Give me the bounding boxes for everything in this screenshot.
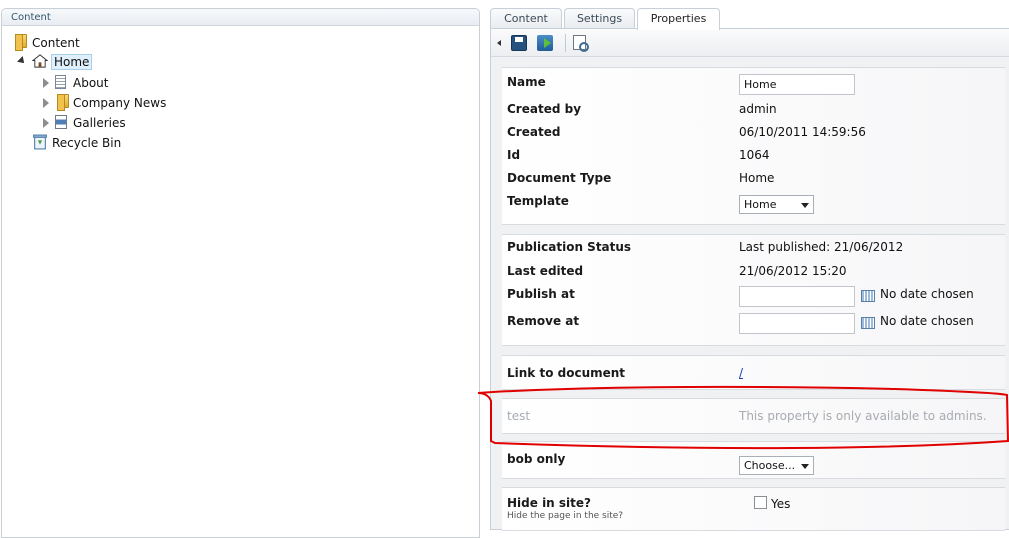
remove-at-label: Remove at [507, 314, 580, 328]
bob-only-select[interactable]: Choose... [739, 456, 814, 475]
content-tree-panel: Content Content Home About Company News … [1, 8, 480, 538]
tree-item-label: Galleries [73, 116, 126, 130]
home-icon [32, 54, 48, 68]
bob-only-label: bob only [507, 452, 566, 466]
toolbar-divider [565, 34, 566, 52]
hide-in-site-checkbox[interactable] [754, 496, 767, 509]
document-type-value: Home [739, 171, 775, 185]
tab-settings[interactable]: Settings [564, 8, 635, 29]
template-label: Template [507, 194, 569, 208]
admin-only-message: This property is only available to admin… [739, 409, 987, 423]
hide-in-site-box: Hide in site? Hide the page in the site?… [502, 487, 1005, 531]
template-value: Home [744, 198, 777, 211]
last-edited-label: Last edited [507, 264, 584, 278]
tree-header: Content [2, 9, 479, 26]
save-icon[interactable] [511, 35, 527, 51]
tab-label: Properties [650, 12, 707, 25]
tab-content[interactable]: Content [490, 8, 562, 29]
link-to-document-link[interactable]: / [739, 366, 743, 380]
created-value: 06/10/2011 14:59:56 [739, 125, 866, 139]
id-label: Id [507, 148, 521, 162]
toolbar [491, 29, 1009, 57]
name-label: Name [507, 75, 546, 89]
created-label: Created [507, 125, 561, 139]
gallery-icon [55, 115, 67, 129]
expand-toggle-icon[interactable] [43, 118, 49, 128]
recycle-bin-icon [33, 134, 47, 150]
template-select[interactable]: Home [739, 195, 814, 214]
created-by-label: Created by [507, 102, 582, 116]
bob-only-value: Choose... [744, 459, 796, 472]
created-by-value: admin [739, 102, 777, 116]
remove-at-input[interactable] [739, 313, 855, 334]
calendar-icon[interactable] [861, 290, 875, 302]
preview-icon[interactable] [573, 35, 589, 52]
publication-box: Publication Status Last published: 21/06… [502, 234, 1005, 346]
name-value: Home [744, 78, 777, 91]
calendar-icon[interactable] [861, 317, 875, 329]
link-box: Link to document / [502, 355, 1005, 390]
hide-in-site-label: Hide in site? [507, 496, 591, 510]
tree-item-label: About [73, 76, 109, 90]
last-edited-value: 21/06/2012 15:20 [739, 264, 847, 278]
test-label: test [507, 409, 531, 423]
folder-icon [57, 94, 69, 111]
tree-item-label: Content [32, 36, 80, 50]
expand-toggle-icon[interactable] [43, 98, 49, 108]
id-value: 1064 [739, 148, 770, 162]
publication-status-value: Last published: 21/06/2012 [739, 240, 904, 254]
document-icon [55, 75, 66, 89]
publish-at-note: No date chosen [880, 287, 974, 301]
test-property-box: test This property is only available to … [502, 398, 1005, 434]
document-type-label: Document Type [507, 171, 612, 185]
collapse-arrow-icon[interactable] [497, 40, 501, 46]
expand-toggle-icon[interactable] [17, 56, 27, 66]
generic-properties-box: Name Home Created by admin Created 06/10… [502, 67, 1005, 225]
remove-at-note: No date chosen [880, 314, 974, 328]
hide-in-site-description: Hide the page in the site? [507, 511, 624, 521]
tab-properties[interactable]: Properties [637, 8, 720, 30]
save-and-publish-icon[interactable] [537, 35, 553, 51]
expand-toggle-icon[interactable] [43, 78, 49, 88]
properties-panel: Name Home Created by admin Created 06/10… [490, 28, 1009, 531]
link-to-document-label: Link to document [507, 366, 626, 380]
tab-bar: Content Settings Properties [490, 8, 1009, 30]
publish-at-input[interactable] [739, 286, 855, 307]
tree-header-title: Content [11, 12, 51, 23]
tab-label: Content [504, 12, 548, 25]
tree-item-label: Home [51, 54, 93, 70]
tab-label: Settings [576, 12, 623, 25]
tree-item-label: Company News [73, 96, 167, 110]
folder-icon [15, 34, 27, 51]
publication-status-label: Publication Status [507, 240, 632, 254]
publish-at-label: Publish at [507, 287, 575, 301]
tree-item-label: Recycle Bin [52, 136, 122, 150]
bob-only-box: bob only Choose... [502, 441, 1005, 479]
hide-in-site-checkbox-label: Yes [771, 497, 791, 511]
editor-pane: Content Settings Properties Name Home Cr… [490, 8, 1009, 531]
name-input[interactable]: Home [739, 74, 855, 95]
